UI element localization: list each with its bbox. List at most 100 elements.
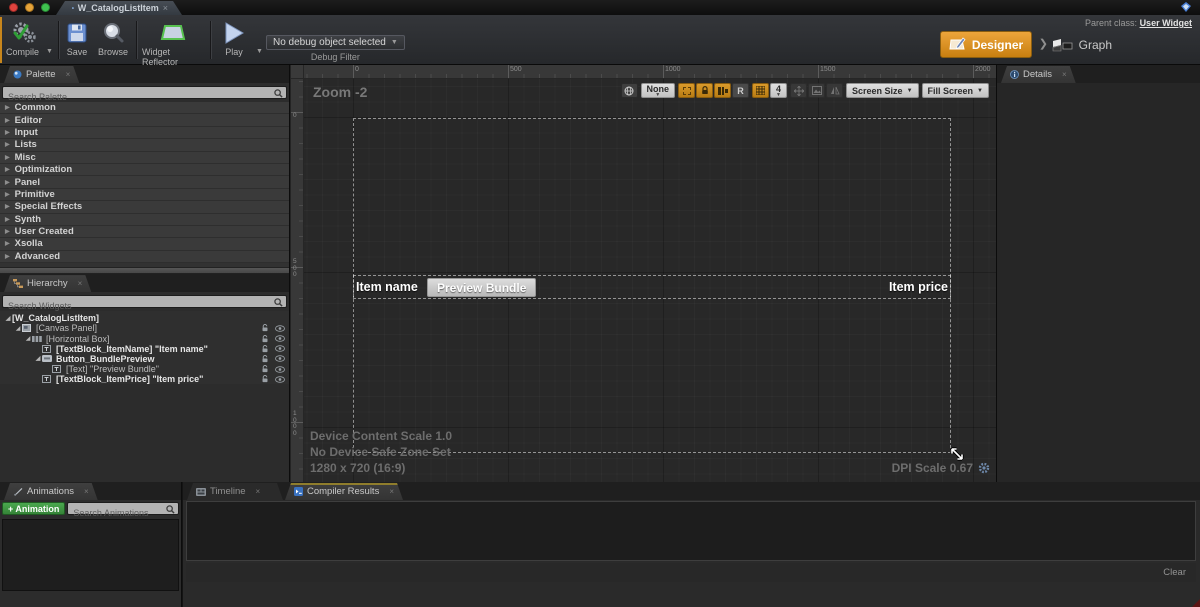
visibility-eye-icon[interactable] — [275, 345, 285, 352]
outline-mode-toggle[interactable] — [714, 83, 731, 98]
lock-open-icon[interactable] — [261, 324, 269, 332]
expander-collapsed-icon[interactable]: ▶ — [5, 154, 10, 161]
hierarchy-row[interactable]: ◢[Horizontal Box] — [0, 333, 289, 343]
lock-open-icon[interactable] — [261, 335, 269, 343]
horizontal-box-outline[interactable]: Item name Preview Bundle Item price — [353, 275, 951, 299]
save-button[interactable]: Save — [66, 19, 88, 57]
graph-mode-button[interactable]: Graph — [1052, 33, 1112, 57]
clear-button[interactable]: Clear — [1163, 567, 1186, 578]
expander-collapsed-icon[interactable]: ▶ — [5, 129, 10, 136]
add-animation-button[interactable]: + Animation — [2, 502, 65, 515]
expander-expanded-icon[interactable]: ◢ — [34, 355, 42, 362]
expander-expanded-icon[interactable]: ◢ — [14, 325, 22, 332]
animations-search[interactable] — [67, 502, 179, 515]
close-icon[interactable]: × — [1062, 70, 1067, 79]
parent-class-link[interactable]: User Widget — [1140, 18, 1192, 28]
compile-button[interactable]: Compile — [6, 19, 39, 57]
palette-category-input[interactable]: ▶Input — [0, 127, 289, 139]
hierarchy-row[interactable]: [Text] "Preview Bundle" — [0, 364, 289, 374]
browse-button[interactable]: Browse — [98, 19, 128, 57]
tab-animations[interactable]: Animations × — [4, 483, 98, 500]
animations-search-input[interactable] — [68, 508, 178, 519]
lock-widgets-toggle[interactable] — [696, 83, 713, 98]
compiler-results-log[interactable] — [186, 501, 1196, 561]
expander-collapsed-icon[interactable]: ▶ — [5, 228, 10, 235]
palette-category-primitive[interactable]: ▶Primitive — [0, 189, 289, 201]
panel-splitter[interactable] — [0, 267, 289, 274]
expander-collapsed-icon[interactable]: ▶ — [5, 216, 10, 223]
designer-mode-button[interactable]: Designer — [940, 31, 1032, 58]
close-icon[interactable]: × — [66, 70, 71, 79]
screen-size-dropdown[interactable]: Screen Size ▼ — [846, 83, 918, 98]
palette-category-synth[interactable]: ▶Synth — [0, 214, 289, 226]
expander-collapsed-icon[interactable]: ▶ — [5, 203, 10, 210]
expander-collapsed-icon[interactable]: ▶ — [5, 141, 10, 148]
window-resize-grip[interactable] — [1192, 599, 1200, 607]
play-options-caret-icon[interactable]: ▼ — [256, 48, 263, 55]
grid-size-dropdown[interactable]: 4 ▼ — [770, 83, 787, 98]
close-icon[interactable]: × — [256, 487, 261, 496]
window-minimize-button[interactable] — [25, 3, 34, 12]
visibility-eye-icon[interactable] — [275, 376, 285, 383]
hierarchy-row[interactable]: [TextBlock_ItemName] "Item name" — [0, 344, 289, 354]
palette-category-special-effects[interactable]: ▶Special Effects — [0, 201, 289, 213]
lock-open-icon[interactable] — [261, 375, 269, 383]
expander-collapsed-icon[interactable]: ▶ — [5, 240, 10, 247]
grid-snapping-toggle[interactable] — [752, 83, 769, 98]
palette-category-common[interactable]: ▶Common — [0, 102, 289, 114]
window-close-button[interactable] — [9, 3, 18, 12]
expander-expanded-icon[interactable]: ◢ — [4, 315, 12, 322]
tab-compiler-results[interactable]: Compiler Results × — [285, 483, 403, 500]
palette-category-panel[interactable]: ▶Panel — [0, 176, 289, 188]
palette-category-advanced[interactable]: ▶Advanced — [0, 251, 289, 263]
palette-category-xsolla[interactable]: ▶Xsolla — [0, 238, 289, 250]
hierarchy-search[interactable] — [2, 295, 287, 308]
lock-open-icon[interactable] — [261, 345, 269, 353]
palette-category-optimization[interactable]: ▶Optimization — [0, 164, 289, 176]
expander-collapsed-icon[interactable]: ▶ — [5, 179, 10, 186]
visibility-eye-icon[interactable] — [275, 366, 285, 373]
hierarchy-row[interactable]: ◢[W_CatalogListItem] — [0, 313, 289, 323]
close-icon[interactable]: × — [389, 487, 394, 496]
item-price-textblock[interactable]: Item price — [889, 280, 948, 294]
expander-collapsed-icon[interactable]: ▶ — [5, 104, 10, 111]
close-icon[interactable]: × — [163, 3, 168, 13]
debug-object-dropdown[interactable]: No debug object selected ▼ — [266, 35, 405, 50]
lock-open-icon[interactable] — [261, 365, 269, 373]
expander-collapsed-icon[interactable]: ▶ — [5, 191, 10, 198]
preview-background-button[interactable] — [808, 83, 825, 98]
expander-collapsed-icon[interactable]: ▶ — [5, 166, 10, 173]
visibility-eye-icon[interactable] — [275, 335, 285, 342]
expander-collapsed-icon[interactable]: ▶ — [5, 117, 10, 124]
flip-preview-button[interactable] — [826, 83, 843, 98]
palette-search-input[interactable] — [3, 92, 286, 103]
asset-tab[interactable]: W_CatalogListItem × — [56, 1, 182, 15]
tab-details[interactable]: Details × — [1001, 66, 1076, 83]
compile-options-caret-icon[interactable]: ▼ — [46, 48, 53, 55]
hierarchy-row[interactable]: [TextBlock_ItemPrice] "Item price" — [0, 374, 289, 384]
palette-category-misc[interactable]: ▶Misc — [0, 152, 289, 164]
palette-search[interactable] — [2, 86, 287, 99]
expander-collapsed-icon[interactable]: ▶ — [5, 253, 10, 260]
show-anchors-toggle[interactable] — [678, 83, 695, 98]
palette-category-editor[interactable]: ▶Editor — [0, 114, 289, 126]
respect-locks-toggle[interactable]: R — [732, 83, 749, 98]
play-button[interactable]: Play — [218, 19, 250, 57]
preview-bundle-button[interactable]: Preview Bundle — [427, 278, 536, 297]
item-name-textblock[interactable]: Item name — [356, 280, 418, 294]
hierarchy-search-input[interactable] — [3, 301, 286, 312]
localization-none-dropdown[interactable]: None ▼ — [641, 83, 676, 98]
dpi-settings-gear-icon[interactable] — [978, 462, 990, 474]
fill-screen-dropdown[interactable]: Fill Screen ▼ — [922, 83, 989, 98]
window-zoom-button[interactable] — [41, 3, 50, 12]
tab-hierarchy[interactable]: Hierarchy × — [4, 275, 91, 292]
hierarchy-row[interactable]: ◢[Canvas Panel] — [0, 323, 289, 333]
widget-reflector-button[interactable]: Widget Reflector — [142, 19, 204, 67]
close-icon[interactable]: × — [84, 487, 89, 496]
tab-palette[interactable]: Palette × — [4, 66, 79, 83]
resize-handle-cursor-icon[interactable] — [948, 445, 966, 463]
tab-timeline[interactable]: Timeline × — [187, 483, 283, 500]
hierarchy-row[interactable]: ◢Button_BundlePreview — [0, 354, 289, 364]
notification-flag-icon[interactable] — [1180, 2, 1192, 13]
visibility-eye-icon[interactable] — [275, 355, 285, 362]
